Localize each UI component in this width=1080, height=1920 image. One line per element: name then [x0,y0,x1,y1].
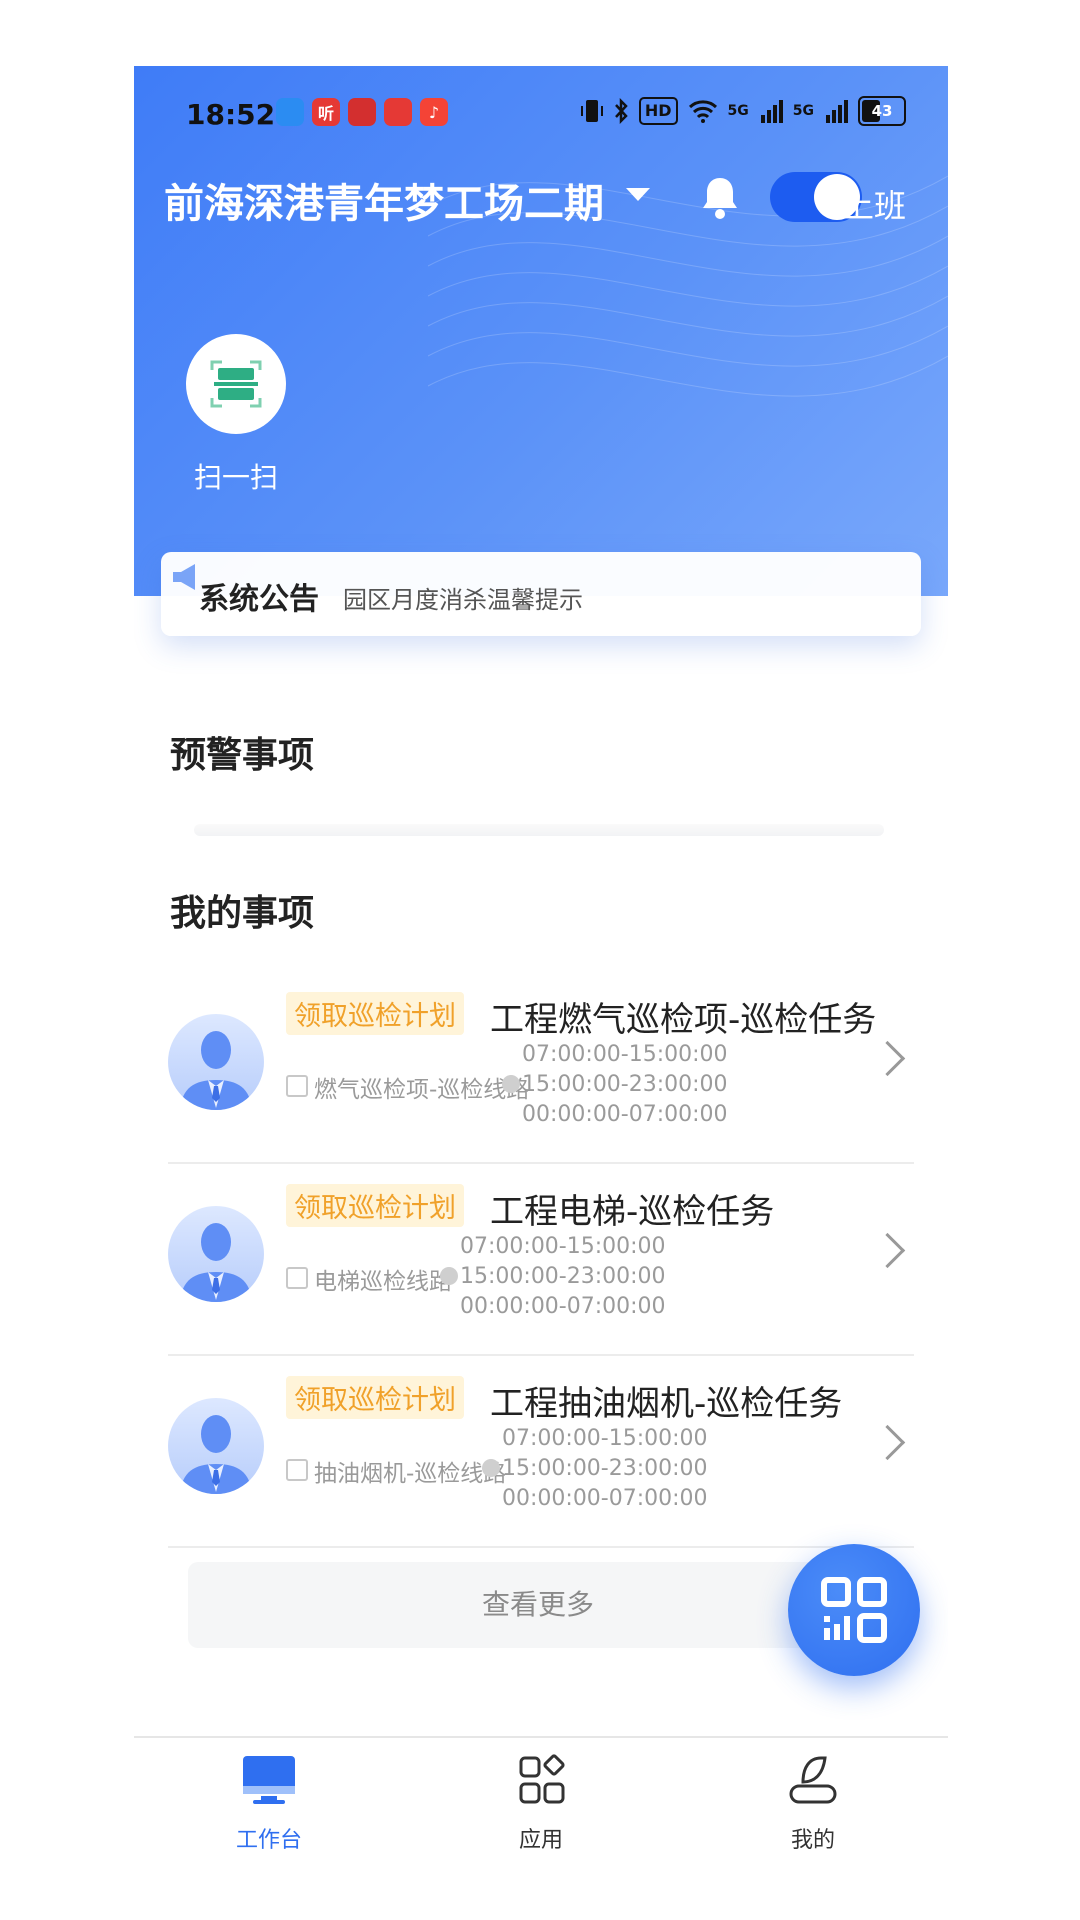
user-icon [789,1756,837,1804]
person-avatar-icon [180,1223,252,1302]
bottom-tab-bar: 工作台 应用 我的 [134,1736,948,1920]
scan-label: 扫一扫 [193,461,278,494]
header-banner: 18:52 听 ♪ HD 5G 5G 43 前海深港青年梦工场二期 上班 扫一扫 [134,66,948,596]
shift-toggle-label: 上班 [842,187,907,225]
shopping-app-icon [384,98,412,126]
scan-icon [210,360,262,408]
wifi-icon [688,100,717,123]
task-row[interactable]: 领取巡检计划 工程抽油烟机-巡检任务 抽油烟机-巡检线路 07:00:00-15:00… [168,1356,914,1548]
time-slots: 07:00:00-15:00:00 15:00:00-23:00:00 00:00:… [460,1232,666,1322]
clock-icon [482,1459,500,1477]
apps-grid-icon [519,1754,565,1804]
view-more-button[interactable]: 查看更多 [188,1562,888,1648]
route-name: 抽油烟机-巡检线路 [314,1461,507,1487]
task-title: 工程抽油烟机-巡检任务 [490,1384,843,1424]
time-slot: 00:00:00-07:00:00 [502,1486,708,1511]
chevron-right-icon[interactable] [869,1040,906,1077]
tab-mine-label: 我的 [790,1828,835,1853]
task-row[interactable]: 领取巡检计划 工程燃气巡检项-巡检任务 燃气巡检项-巡检线路 07:00:00-15:… [168,972,914,1164]
time-slot: 15:00:00-23:00:00 [522,1072,728,1097]
route-name: 燃气巡检项-巡检线路 [314,1077,530,1103]
task-title: 工程燃气巡检项-巡检任务 [490,1000,877,1040]
notice-tag: 系统公告 [199,582,319,617]
chevron-right-icon[interactable] [869,1232,906,1269]
qr-code-fab[interactable] [788,1544,920,1676]
time-slot: 15:00:00-23:00:00 [460,1264,666,1289]
time-slots: 07:00:00-15:00:00 15:00:00-23:00:00 00:00:… [502,1424,708,1514]
monitor-icon [243,1756,295,1804]
avatar [168,1398,264,1494]
time-slot: 07:00:00-15:00:00 [502,1426,708,1451]
route-name: 电梯巡检线路 [314,1269,452,1295]
listen-app-icon: 听 [312,98,340,126]
clock-icon [502,1075,520,1093]
app-screen: 18:52 听 ♪ HD 5G 5G 43 前海深港青年梦工场二期 上班 扫一扫… [134,66,948,1920]
time-slot: 07:00:00-15:00:00 [460,1234,666,1259]
bluetooth-icon [614,98,628,124]
status-bar: 18:52 听 ♪ HD 5G 5G 43 [134,66,948,150]
notification-icons: 听 ♪ [276,98,448,126]
tab-apps-label: 应用 [518,1828,563,1853]
time-slot: 00:00:00-07:00:00 [460,1294,666,1319]
clock-icon [440,1267,458,1285]
qr-code-icon [821,1577,887,1643]
notice-text[interactable]: 园区月度消杀温馨提示 [343,580,583,615]
route-icon [286,1459,308,1481]
time-slot: 00:00:00-07:00:00 [522,1102,728,1127]
music-app-icon: ♪ [420,98,448,126]
vibrate-icon [580,100,603,122]
hd-call-icon: HD [638,97,678,125]
person-avatar-icon [180,1415,252,1494]
status-badge: 领取巡检计划 [286,1184,464,1227]
status-badge: 领取巡检计划 [286,992,464,1035]
status-badge: 领取巡检计划 [286,1376,464,1419]
news-app-icon [348,98,376,126]
avatar [168,1206,264,1302]
time-slot: 07:00:00-15:00:00 [522,1042,728,1067]
signal-icon-2 [826,100,848,123]
task-row[interactable]: 领取巡检计划 工程电梯-巡检任务电梯巡检线路 07:00:00-15:00:00 15… [168,1164,914,1356]
person-avatar-icon [180,1031,252,1110]
chevron-right-icon[interactable] [869,1424,906,1461]
chevron-down-icon[interactable] [626,188,650,201]
warning-empty-card [194,824,884,836]
avatar [168,1014,264,1110]
site-selector-title[interactable]: 前海深港青年梦工场二期 [164,171,604,229]
signal-5g-label: 5G [727,103,749,119]
warning-section-title: 预警事项 [170,735,315,776]
my-items-section-title: 我的事项 [170,893,315,934]
route-icon [286,1075,308,1097]
clock: 18:52 [186,98,276,131]
system-icons: HD 5G 5G 43 [580,96,906,126]
time-slot: 15:00:00-23:00:00 [502,1456,708,1481]
signal-5g-label-2: 5G [792,103,814,119]
time-slots: 07:00:00-15:00:00 15:00:00-23:00:00 00:00:… [522,1040,728,1130]
system-notice-bar[interactable]: 系统公告 园区月度消杀温馨提示 [161,552,921,636]
tab-workbench-label: 工作台 [235,1828,302,1853]
scan-button[interactable] [186,334,286,434]
bell-icon[interactable] [700,174,740,222]
signal-icon [760,100,783,123]
battery-icon: 43 [858,96,906,126]
route-icon [286,1267,308,1289]
task-list: 领取巡检计划 工程燃气巡检项-巡检任务 燃气巡检项-巡检线路 07:00:00-15:… [168,972,914,1548]
task-title: 工程电梯-巡检任务 [490,1192,775,1232]
browser-app-icon [276,98,304,126]
